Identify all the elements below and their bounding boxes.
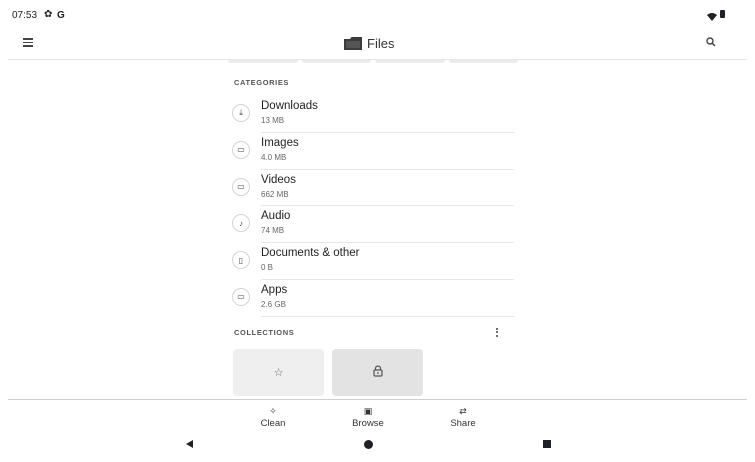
video-icon: ▭ xyxy=(232,177,250,196)
category-audio[interactable]: ♪ Audio 74 MB xyxy=(228,206,518,244)
folder-icon xyxy=(344,36,362,50)
audio-icon: ♪ xyxy=(232,214,250,233)
system-navigation-bar xyxy=(0,434,755,462)
document-icon: ▯ xyxy=(232,251,250,270)
status-time: 07:53 xyxy=(12,10,38,21)
browse-folder-icon: ▣ xyxy=(363,405,373,416)
nav-label: Browse xyxy=(352,418,384,429)
sparkle-icon: ✧ xyxy=(269,405,277,416)
nav-clean[interactable]: ✧ Clean xyxy=(243,405,303,430)
category-apps[interactable]: ▭ Apps 2.6 GB xyxy=(228,280,518,317)
more-options-icon[interactable] xyxy=(493,325,501,339)
category-name: Documents & other xyxy=(261,247,360,260)
download-icon: ⤓ xyxy=(232,104,250,122)
image-icon: ▭ xyxy=(232,140,250,159)
nav-label: Share xyxy=(450,418,476,429)
app-title: Files xyxy=(367,35,395,51)
nav-browse[interactable]: ▣ Browse xyxy=(338,405,398,430)
divider xyxy=(261,315,514,317)
nav-share[interactable]: ⇄ Share xyxy=(433,405,493,430)
star-icon: ☆ xyxy=(273,367,284,379)
category-size: 4.0 MB xyxy=(261,152,287,162)
bottom-navigation: ✧ Clean ▣ Browse ⇄ Share xyxy=(0,400,755,432)
category-name: Downloads xyxy=(261,100,318,112)
search-icon[interactable] xyxy=(703,34,719,50)
category-images[interactable]: ▭ Images 4.0 MB xyxy=(228,133,518,170)
category-size: 662 MB xyxy=(261,189,289,199)
category-name: Apps xyxy=(261,283,288,296)
collection-favorites-card[interactable]: ☆ xyxy=(233,349,324,396)
category-size: 2.6 GB xyxy=(261,299,286,309)
back-icon[interactable] xyxy=(186,440,193,448)
category-name: Videos xyxy=(261,173,296,186)
collection-safe-folder-card[interactable] xyxy=(332,349,423,396)
category-name: Images xyxy=(261,136,299,149)
category-size: 0 B xyxy=(261,263,274,273)
settings-icon: ✿ xyxy=(44,9,53,20)
apps-icon: ▭ xyxy=(232,287,250,306)
category-downloads[interactable]: ⤓ Downloads 13 MB xyxy=(228,96,518,133)
wifi-icon xyxy=(707,9,717,21)
app-bar: Files xyxy=(0,28,755,58)
swap-arrows-icon: ⇄ xyxy=(459,405,467,416)
lock-icon xyxy=(372,365,383,380)
category-size: 74 MB xyxy=(261,226,285,236)
category-size: 13 MB xyxy=(261,116,285,125)
menu-icon[interactable] xyxy=(20,34,36,50)
google-icon: G xyxy=(57,10,65,21)
collections-header: COLLECTIONS xyxy=(234,328,295,337)
category-videos[interactable]: ▭ Videos 662 MB xyxy=(228,170,518,207)
home-icon[interactable] xyxy=(364,440,373,449)
nav-label: Clean xyxy=(260,418,286,429)
category-list: ⤓ Downloads 13 MB ▭ Images 4.0 MB ▭ Vide… xyxy=(228,96,518,317)
recents-icon[interactable] xyxy=(543,440,551,448)
category-name: Audio xyxy=(261,210,291,223)
scrolled-card-edges xyxy=(228,60,518,64)
battery-icon xyxy=(720,10,725,18)
category-documents[interactable]: ▯ Documents & other 0 B xyxy=(228,243,518,280)
app-title-group: Files xyxy=(344,33,394,53)
categories-header: CATEGORIES xyxy=(234,78,290,87)
